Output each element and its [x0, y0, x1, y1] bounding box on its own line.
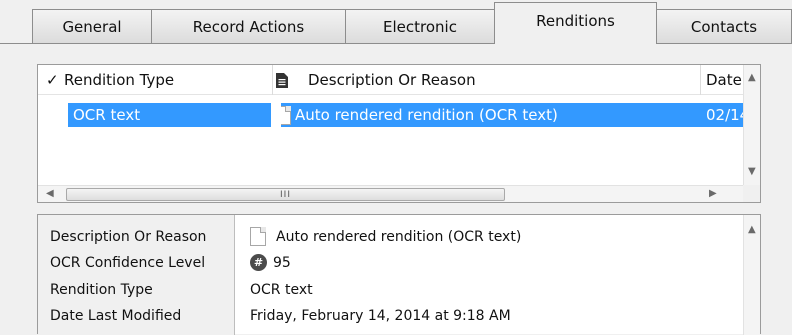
scroll-up-arrow-icon[interactable]: ▲	[748, 73, 756, 83]
hash-icon: #	[250, 254, 267, 271]
tab-label: Renditions	[536, 12, 615, 30]
tab-general[interactable]: General	[32, 9, 152, 43]
column-header-description[interactable]: Description Or Reason	[276, 65, 696, 95]
column-header-rendition-type[interactable]: Rendition Type	[64, 65, 264, 95]
details-pane: Description Or Reason OCR Confidence Lev…	[37, 214, 761, 335]
grid-header: ✓ Rendition Type Description Or Reason D…	[38, 65, 744, 95]
cell-text: Auto rendered rendition (OCR text)	[295, 106, 558, 124]
field-value-text: OCR text	[250, 282, 313, 298]
checkmark-icon: ✓	[46, 71, 59, 89]
document-icon	[250, 227, 266, 246]
column-divider[interactable]	[272, 65, 273, 95]
column-header-label: Date L	[706, 71, 744, 89]
field-label-ocr-confidence: OCR Confidence Level	[50, 255, 206, 271]
details-vertical-scrollbar[interactable]: ▲	[743, 215, 760, 335]
tab-contacts[interactable]: Contacts	[656, 9, 792, 43]
description-cell[interactable]: Auto rendered rendition (OCR text) 02/14…	[281, 103, 744, 127]
horizontal-scroll-thumb[interactable]: III	[66, 188, 505, 201]
column-header-date[interactable]: Date L	[706, 65, 744, 95]
column-header-label: Rendition Type	[64, 71, 175, 89]
column-divider[interactable]	[700, 65, 701, 95]
tab-electronic[interactable]: Electronic	[345, 9, 495, 43]
renditions-grid: ✓ Rendition Type Description Or Reason D…	[37, 64, 761, 203]
scroll-down-arrow-icon[interactable]: ▼	[748, 167, 756, 177]
document-column-icon	[276, 72, 288, 88]
field-value-description[interactable]: Auto rendered rendition (OCR text)	[250, 227, 521, 246]
field-value-date-modified[interactable]: Friday, February 14, 2014 at 9:18 AM	[250, 308, 511, 324]
scrollbar-corner	[743, 185, 760, 202]
tab-label: General	[62, 17, 122, 36]
scroll-right-arrow-icon[interactable]: ▶	[709, 189, 717, 199]
tab-strip: General Record Actions Electronic Rendit…	[0, 0, 792, 44]
field-label-description: Description Or Reason	[50, 229, 207, 245]
cell-text: OCR text	[73, 106, 141, 124]
field-value-text: Friday, February 14, 2014 at 9:18 AM	[250, 308, 511, 324]
date-cell[interactable]: 02/14,	[706, 106, 744, 124]
scroll-up-arrow-icon[interactable]: ▲	[748, 225, 756, 235]
document-icon	[281, 105, 291, 125]
tab-record-actions[interactable]: Record Actions	[151, 9, 346, 43]
field-label-rendition-type: Rendition Type	[50, 282, 153, 298]
tab-label: Record Actions	[192, 17, 305, 36]
field-value-text: Auto rendered rendition (OCR text)	[276, 228, 522, 245]
grid-horizontal-scrollbar[interactable]: ◀ III ▶	[38, 185, 744, 202]
tab-strip-border	[0, 43, 792, 44]
scroll-grip-icon: III	[280, 189, 291, 200]
field-value-ocr-confidence[interactable]: # 95	[250, 254, 291, 271]
column-header-label: Description Or Reason	[308, 71, 476, 89]
tab-renditions[interactable]: Renditions	[494, 2, 657, 44]
grid-vertical-scrollbar[interactable]: ▲ ▼	[743, 65, 760, 185]
field-value-rendition-type[interactable]: OCR text	[250, 282, 313, 298]
field-value-text: 95	[273, 254, 291, 271]
tab-label: Contacts	[690, 17, 758, 36]
details-labels-column: Description Or Reason OCR Confidence Lev…	[38, 215, 235, 335]
field-label-date-modified: Date Last Modified	[50, 308, 182, 324]
rendition-type-cell[interactable]: OCR text	[68, 103, 271, 127]
scroll-left-arrow-icon[interactable]: ◀	[46, 189, 54, 199]
tab-label: Electronic	[383, 17, 457, 36]
